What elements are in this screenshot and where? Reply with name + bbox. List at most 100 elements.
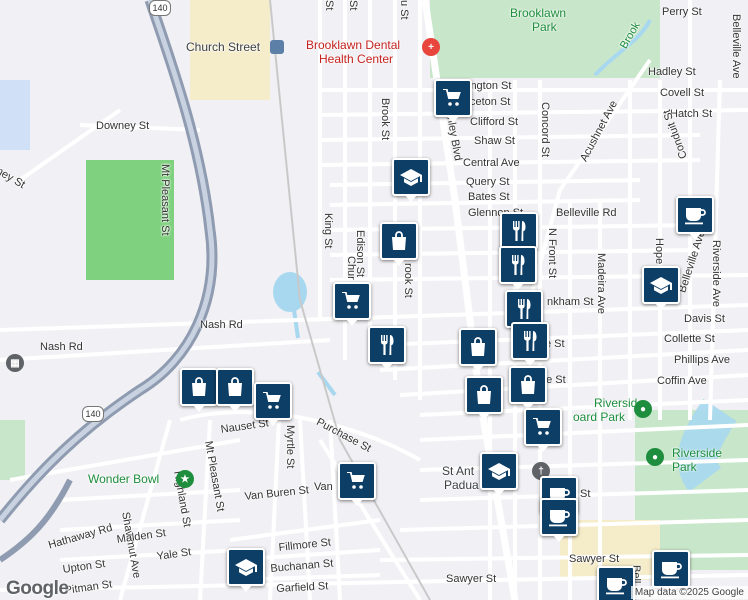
street-label: St: [323, 0, 335, 11]
street-label: Chur: [345, 256, 357, 280]
route-140-shield: 140: [82, 406, 104, 422]
street-label: Clifford St: [470, 116, 519, 128]
restaurant-marker[interactable]: [499, 246, 537, 290]
school-icon: [400, 169, 422, 186]
park-pin-icon[interactable]: ●: [634, 400, 652, 418]
cafe-icon: [606, 578, 627, 595]
street-label: Covell St: [660, 87, 705, 99]
church-street-station-label[interactable]: Church Street: [186, 40, 260, 54]
shopping-bag-marker[interactable]: [380, 222, 418, 266]
street-label: Belleville Rd: [556, 207, 617, 219]
restaurant-icon: [513, 221, 526, 241]
street-label: Perry St: [662, 6, 702, 18]
school-icon: [650, 277, 672, 294]
school-icon: [488, 463, 510, 480]
dental-center-label[interactable]: Brooklawn Dental: [306, 38, 400, 52]
street-label: Shaw St: [474, 135, 515, 147]
street-label: Concord St: [539, 102, 551, 158]
street-label: ceton St: [470, 96, 511, 108]
street-label: Downey St: [96, 120, 150, 132]
shopping-cart-marker[interactable]: [254, 382, 292, 426]
street-label: St: [580, 488, 591, 500]
school-icon: [235, 559, 257, 576]
shopping-cart-icon: [342, 292, 360, 309]
street-label: Coffin Ave: [657, 375, 707, 387]
school-marker[interactable]: [392, 158, 430, 202]
street-label: Phillips Ave: [674, 354, 731, 366]
street-label: Bates St: [468, 191, 510, 203]
street-label: N Front St: [546, 228, 558, 279]
shopping-bag-marker[interactable]: [216, 368, 254, 412]
school-marker[interactable]: [227, 548, 265, 592]
church-label[interactable]: St Ant: [442, 464, 474, 478]
street-label: Hatch St: [670, 108, 713, 120]
cafe-icon: [549, 510, 570, 527]
church-label[interactable]: Padua: [444, 478, 479, 492]
civic-building-icon[interactable]: ▦: [6, 354, 24, 372]
street-label: King St: [322, 213, 334, 249]
school-marker[interactable]: [480, 452, 518, 496]
cafe-icon: [661, 562, 682, 579]
restaurant-icon: [512, 255, 525, 275]
street-label: Van: [314, 481, 333, 493]
hospital-icon[interactable]: +: [422, 38, 440, 56]
shopping-bag-marker[interactable]: [509, 366, 547, 410]
map-attribution[interactable]: Map data ©2025 Google: [630, 586, 748, 599]
street-label: Hope: [653, 238, 665, 265]
wonder-bowl-label[interactable]: Wonder Bowl: [88, 472, 159, 486]
shopping-bag-icon: [477, 385, 491, 404]
street-label: nkham St: [547, 296, 594, 308]
map-base-layer: [0, 0, 748, 600]
riverside-park-label[interactable]: oard Park: [573, 410, 625, 424]
restaurant-icon: [524, 331, 537, 351]
park-label: Riverside Park: [672, 446, 723, 474]
street-label: Hadley St: [648, 66, 696, 78]
restaurant-marker[interactable]: [500, 212, 538, 256]
street-label: Query St: [466, 176, 510, 188]
map-canvas[interactable]: 140 140 Perry St Belleville Ave Hadley S…: [0, 0, 748, 600]
street-label: Belleville Ave: [730, 14, 742, 79]
school-marker[interactable]: [642, 266, 680, 310]
shopping-bag-icon: [392, 231, 406, 250]
street-label: Nash Rd: [40, 341, 83, 353]
street-label: Central Ave: [463, 157, 520, 169]
cafe-marker[interactable]: [676, 196, 714, 240]
street-label: Collette St: [664, 333, 715, 345]
shopping-cart-marker[interactable]: [524, 408, 562, 452]
shopping-bag-icon: [521, 375, 535, 394]
shopping-cart-marker[interactable]: [333, 282, 371, 326]
street-label: Nash Rd: [200, 319, 243, 331]
bowling-icon[interactable]: ★: [176, 470, 194, 488]
park-pin-icon[interactable]: ●: [646, 448, 664, 466]
street-label: ington St: [468, 80, 512, 92]
shopping-cart-marker[interactable]: [338, 462, 376, 506]
street-label: Mt Pleasant St: [159, 164, 171, 236]
restaurant-icon: [518, 299, 531, 319]
street-label: Sawyer St: [569, 553, 620, 565]
restaurant-marker[interactable]: [368, 326, 406, 370]
cafe-marker[interactable]: [540, 498, 578, 542]
route-140-shield: 140: [149, 0, 171, 16]
shopping-cart-icon: [533, 418, 551, 435]
street-label: St: [347, 0, 359, 11]
dental-center-label[interactable]: Health Center: [319, 52, 393, 66]
street-label: Madeira Ave: [595, 253, 607, 314]
street-label: Davis St: [684, 313, 725, 325]
cafe-marker[interactable]: [652, 550, 690, 594]
shopping-cart-marker[interactable]: [434, 79, 472, 123]
restaurant-marker[interactable]: [511, 322, 549, 366]
park-label: Brooklawn: [510, 6, 567, 20]
street-label: Riverside Ave: [710, 240, 722, 308]
shopping-bag-marker[interactable]: [459, 328, 497, 372]
park-label: Park: [532, 20, 557, 34]
shopping-bag-icon: [192, 377, 206, 396]
street-label: rook St: [402, 263, 414, 298]
restaurant-icon: [381, 335, 394, 355]
shopping-bag-marker[interactable]: [180, 368, 218, 412]
shopping-cart-icon: [263, 392, 281, 409]
street-label: Sawyer St: [446, 573, 497, 585]
shopping-bag-marker[interactable]: [465, 376, 503, 420]
shopping-bag-icon: [471, 337, 485, 356]
cafe-marker[interactable]: [597, 566, 635, 600]
google-logo: Google: [6, 578, 69, 599]
